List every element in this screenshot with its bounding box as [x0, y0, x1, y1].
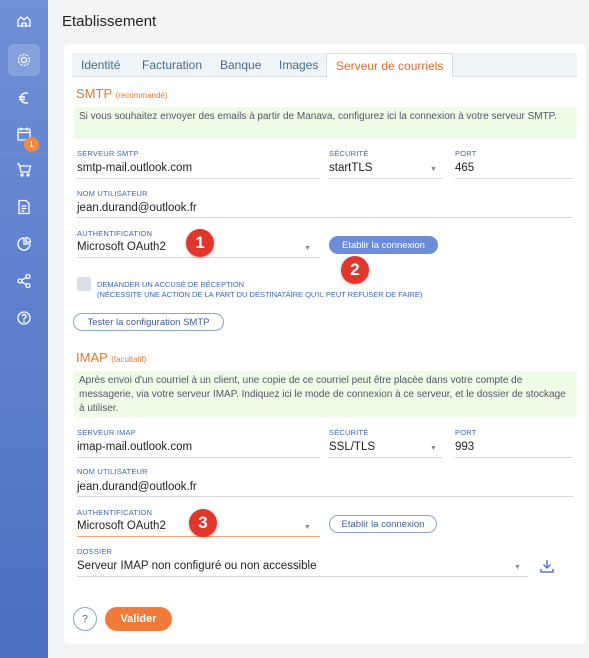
smtp-title: SMTP: [76, 86, 112, 101]
smtp-security-select[interactable]: startTLS: [329, 162, 372, 174]
imap-user-underline: [77, 496, 573, 497]
tab-banque[interactable]: Banque: [211, 53, 270, 77]
smtp-user-input[interactable]: jean.durand@outlook.fr: [77, 202, 197, 214]
imap-auth-label: AUTHENTIFICATION: [77, 508, 153, 517]
smtp-connect-button[interactable]: Etablir la connexion: [329, 236, 438, 254]
tab-images[interactable]: Images: [270, 53, 327, 77]
smtp-user-underline: [77, 217, 573, 218]
smtp-auth-label: AUTHENTIFICATION: [77, 229, 153, 238]
smtp-auth-underline: [77, 257, 320, 258]
help-button[interactable]: ?: [73, 607, 97, 631]
tab-bar: Identité Facturation Banque Images Serve…: [72, 53, 577, 78]
chevron-down-icon[interactable]: ▼: [430, 445, 437, 452]
smtp-security-underline: [329, 178, 442, 179]
chevron-down-icon[interactable]: ▼: [430, 166, 437, 173]
smtp-security-label: SÉCURITÉ: [329, 149, 369, 158]
home-icon[interactable]: [0, 4, 48, 36]
imap-title: IMAP: [76, 350, 108, 365]
smtp-user-label: NOM UTILISATEUR: [77, 189, 148, 198]
chevron-down-icon[interactable]: ▼: [304, 245, 311, 252]
imap-port-label: PORT: [455, 428, 477, 437]
imap-port-input[interactable]: 993: [455, 441, 474, 453]
imap-section-title: IMAP (facultatif): [76, 350, 146, 365]
imap-server-underline: [77, 457, 320, 458]
imap-folder-underline: [77, 576, 528, 577]
imap-folder-select[interactable]: Serveur IMAP non configuré ou non access…: [77, 560, 317, 572]
imap-server-input[interactable]: imap-mail.outlook.com: [77, 441, 192, 453]
smtp-port-underline: [455, 178, 573, 179]
receipt-checkbox[interactable]: [77, 277, 91, 291]
smtp-server-underline: [77, 178, 320, 179]
receipt-label-line1: DEMANDER UN ACCUSÉ DE RÉCEPTION: [97, 280, 245, 289]
page-title: Etablissement: [62, 13, 157, 30]
imap-server-label: SERVEUR IMAP: [77, 428, 136, 437]
test-smtp-button[interactable]: Tester la configuration SMTP: [73, 313, 224, 331]
gear-icon[interactable]: [8, 44, 40, 76]
imap-tag: (facultatif): [111, 355, 147, 364]
imap-user-input[interactable]: jean.durand@outlook.fr: [77, 481, 197, 493]
share-icon[interactable]: [0, 265, 48, 297]
pie-chart-icon[interactable]: [0, 228, 48, 260]
euro-icon[interactable]: [0, 82, 48, 114]
annotation-marker-2: 2: [341, 256, 369, 284]
receipt-label: DEMANDER UN ACCUSÉ DE RÉCEPTION (NÉCESSI…: [97, 280, 422, 300]
cart-icon[interactable]: [0, 154, 48, 186]
download-icon[interactable]: [539, 558, 555, 574]
imap-connect-button[interactable]: Etablir la connexion: [329, 515, 437, 533]
tab-serveur-courriels[interactable]: Serveur de courriels: [326, 53, 454, 78]
help-icon[interactable]: [0, 302, 48, 334]
validate-button[interactable]: Valider: [105, 607, 172, 631]
notification-badge: 1: [24, 137, 39, 152]
smtp-info-box: Si vous souhaitez envoyer des emails à p…: [74, 107, 577, 139]
imap-folder-label: DOSSIER: [77, 547, 113, 556]
receipt-label-line2: (NÉCESSITE UNE ACTION DE LA PART DU DEST…: [97, 290, 423, 299]
smtp-auth-select[interactable]: Microsoft OAuth2: [77, 241, 166, 253]
annotation-marker-3: 3: [189, 509, 217, 537]
imap-info-box: Après envoi d'un courriel à un client, u…: [74, 371, 577, 417]
smtp-section-title: SMTP (recommandé): [76, 86, 168, 101]
smtp-server-input[interactable]: smtp-mail.outlook.com: [77, 162, 192, 174]
document-icon[interactable]: [0, 191, 48, 223]
smtp-tag: (recommandé): [115, 91, 168, 100]
smtp-port-label: PORT: [455, 149, 477, 158]
sidebar: 1: [0, 0, 48, 658]
chevron-down-icon[interactable]: ▼: [514, 564, 521, 571]
annotation-marker-1: 1: [186, 229, 214, 257]
imap-security-label: SÉCURITÉ: [329, 428, 369, 437]
imap-auth-select[interactable]: Microsoft OAuth2: [77, 520, 166, 532]
imap-user-label: NOM UTILISATEUR: [77, 467, 148, 476]
tab-identite[interactable]: Identité: [72, 53, 129, 77]
imap-security-underline: [329, 457, 442, 458]
smtp-server-label: SERVEUR SMTP: [77, 149, 139, 158]
smtp-port-input[interactable]: 465: [455, 162, 474, 174]
imap-port-underline: [455, 457, 573, 458]
imap-security-select[interactable]: SSL/TLS: [329, 441, 375, 453]
tab-facturation[interactable]: Facturation: [133, 53, 211, 77]
chevron-down-icon[interactable]: ▼: [304, 524, 311, 531]
